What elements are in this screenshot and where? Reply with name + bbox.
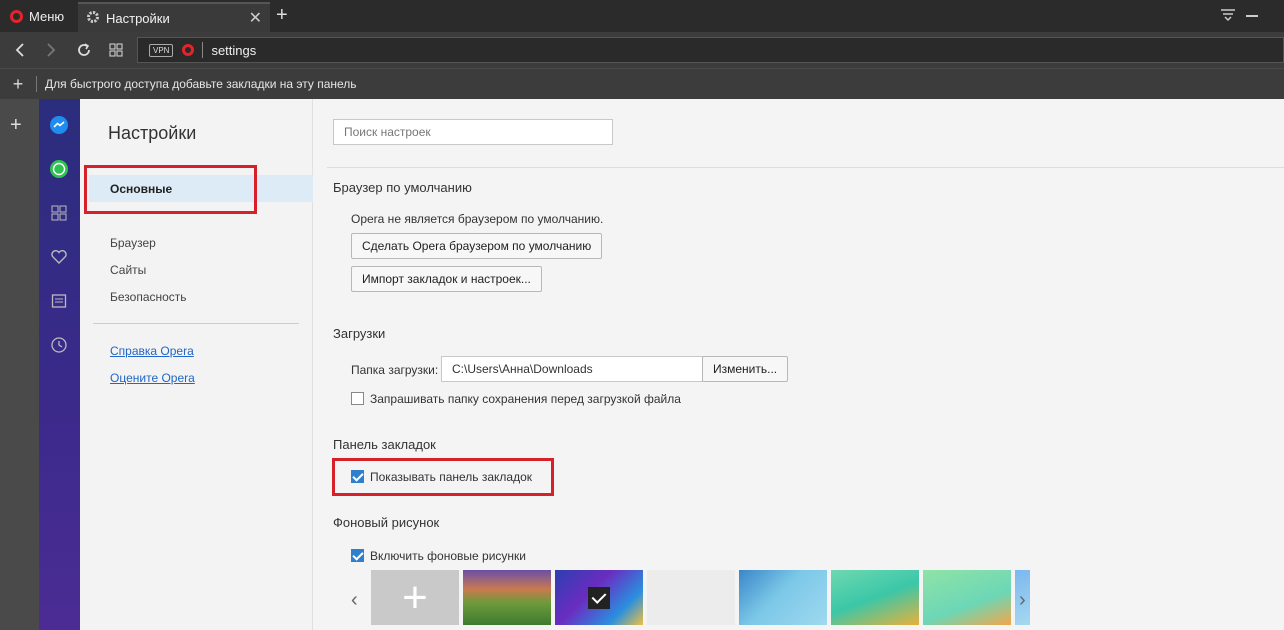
highlight-annotation: [84, 165, 257, 214]
rate-opera-link[interactable]: Оцените Opera: [110, 371, 195, 385]
speed-dial-icon[interactable]: [106, 40, 126, 60]
messenger-icon[interactable]: [49, 115, 69, 135]
ask-folder-label: Запрашивать папку сохранения перед загру…: [370, 392, 681, 406]
gear-icon: [86, 10, 100, 27]
download-folder-label: Папка загрузки:: [351, 363, 439, 377]
workspace-strip: +: [0, 99, 39, 630]
tab-menu-icon[interactable]: [1220, 6, 1236, 22]
menu-label: Меню: [29, 8, 65, 24]
news-icon[interactable]: [49, 291, 69, 311]
minimize-icon[interactable]: [1246, 15, 1258, 17]
new-tab-button[interactable]: +: [276, 4, 288, 27]
search-input[interactable]: [333, 119, 613, 145]
opera-logo-icon: [182, 44, 195, 56]
wallpaper-thumbnail[interactable]: [463, 570, 551, 625]
opera-logo-icon: [10, 9, 23, 23]
bookmarks-bar-hint: Для быстрого доступа добавьте закладки н…: [45, 77, 357, 91]
make-default-button[interactable]: Сделать Opera браузером по умолчанию: [351, 233, 603, 259]
import-button[interactable]: Импорт закладок и настроек...: [351, 266, 542, 292]
vpn-badge[interactable]: VPN: [149, 43, 174, 57]
default-browser-title: Браузер по умолчанию: [333, 180, 472, 195]
history-clock-icon[interactable]: [49, 335, 69, 355]
url-separator: [202, 42, 204, 58]
address-bar: VPN settings: [0, 32, 1284, 68]
bookmarks-bar: + Для быстрого доступа добавьте закладки…: [0, 68, 1284, 99]
url-text[interactable]: settings: [211, 43, 256, 58]
tab-settings[interactable]: Настройки ✕: [78, 2, 270, 32]
help-link[interactable]: Справка Opera: [110, 344, 194, 358]
back-icon[interactable]: [10, 40, 30, 60]
wallpaper-thumbnail[interactable]: [647, 570, 735, 625]
forward-icon[interactable]: [41, 40, 61, 60]
nav-item-sites[interactable]: Сайты: [110, 263, 146, 277]
nav-divider: [93, 323, 299, 324]
sidebar: [39, 99, 80, 630]
tab-title: Настройки: [106, 10, 170, 26]
checkmark-icon: [588, 587, 610, 609]
add-bookmark-icon[interactable]: +: [0, 74, 36, 95]
ask-folder-checkbox[interactable]: [351, 392, 364, 405]
nav-item-browser[interactable]: Браузер: [110, 236, 156, 250]
downloads-title: Загрузки: [333, 326, 386, 341]
wallpaper-title: Фоновый рисунок: [333, 515, 440, 530]
nav-item-security[interactable]: Безопасность: [110, 290, 187, 304]
settings-main: Браузер по умолчанию Opera не является б…: [313, 99, 1284, 630]
enable-wallpaper-checkbox[interactable]: [351, 549, 364, 562]
add-wallpaper-button[interactable]: +: [371, 570, 459, 625]
reload-icon[interactable]: [74, 40, 94, 60]
enable-wallpaper-label: Включить фоновые рисунки: [370, 549, 526, 563]
whatsapp-icon[interactable]: [49, 159, 69, 179]
settings-title: Настройки: [108, 123, 197, 143]
plus-icon: +: [402, 572, 428, 622]
wallpaper-thumbnail[interactable]: [831, 570, 919, 625]
heart-icon[interactable]: [49, 247, 69, 267]
tab-close-icon[interactable]: ✕: [249, 8, 262, 28]
bookmarks-separator: [36, 76, 37, 92]
add-workspace-icon[interactable]: +: [10, 114, 22, 137]
content-divider: [327, 167, 1284, 168]
download-folder-field[interactable]: C:\Users\Анна\Downloads: [441, 356, 703, 382]
tab-strip: Меню Настройки ✕ +: [0, 0, 1284, 32]
url-field[interactable]: VPN settings: [137, 37, 1284, 63]
wallpaper-thumbnail-selected[interactable]: [555, 570, 643, 625]
wallpaper-thumbnail[interactable]: [739, 570, 827, 625]
opera-menu-button[interactable]: Меню: [0, 0, 76, 32]
default-browser-status: Opera не является браузером по умолчанию…: [351, 212, 604, 226]
wallpaper-thumbnail[interactable]: [923, 570, 1011, 625]
wallpaper-prev-icon[interactable]: ‹: [351, 589, 358, 612]
speed-dial-icon[interactable]: [49, 203, 69, 223]
bookmarks-panel-title: Панель закладок: [333, 437, 436, 452]
wallpaper-next-icon[interactable]: ›: [1019, 589, 1026, 612]
highlight-annotation: [332, 458, 554, 496]
change-folder-button[interactable]: Изменить...: [702, 356, 789, 382]
